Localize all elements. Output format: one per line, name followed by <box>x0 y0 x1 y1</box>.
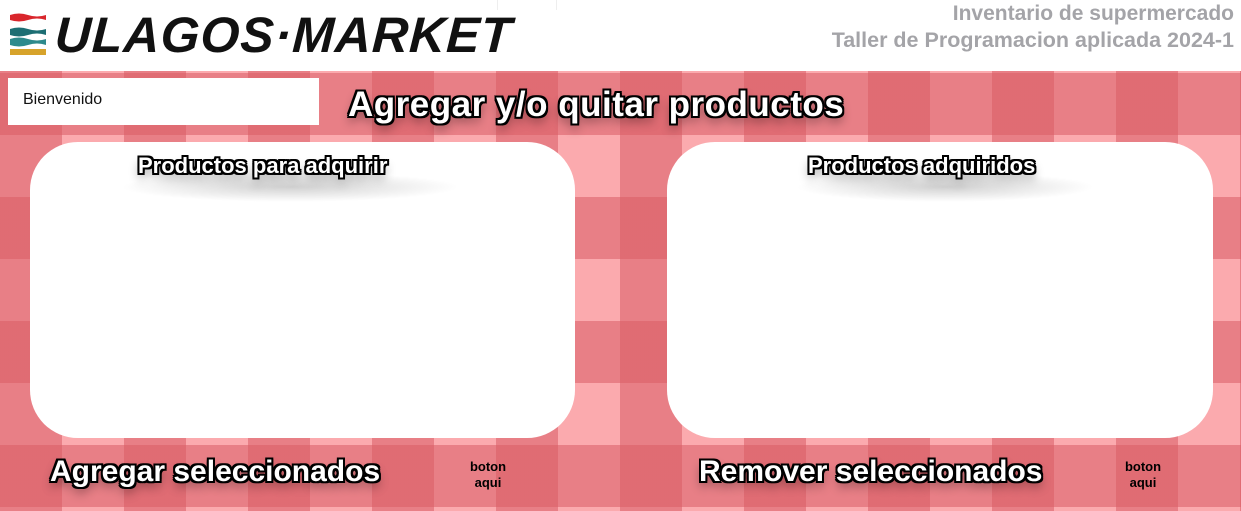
logo-wordmark: ULAGOS·MARKET <box>53 7 514 63</box>
remove-selected-button[interactable]: boton aqui <box>1113 459 1173 491</box>
button-text-line: aqui <box>474 475 502 490</box>
remove-selected-label: Remover seleccionados <box>699 455 1043 488</box>
subtitle-line-2: Taller de Programacion aplicada 2024-1 <box>831 28 1234 52</box>
button-text-line: boton <box>469 459 507 474</box>
header-subtitle: Inventario de supermercado Taller de Pro… <box>832 1 1234 53</box>
available-products-title: Productos para adquirir <box>138 153 388 178</box>
welcome-label: Bienvenido <box>8 78 319 125</box>
acquired-products-title: Productos adquiridos <box>808 153 1036 178</box>
button-text-line: boton <box>1124 459 1162 474</box>
button-text-line: aqui <box>1129 475 1157 490</box>
header-divider <box>497 0 557 10</box>
ulagos-logo-icon <box>10 13 46 55</box>
add-selected-button[interactable]: boton aqui <box>458 459 518 491</box>
page-title: Agregar y/o quitar productos <box>348 85 845 124</box>
subtitle-line-1: Inventario de supermercado <box>952 2 1234 25</box>
add-selected-label: Agregar seleccionados <box>50 455 381 488</box>
app-header: ULAGOS·MARKET Inventario de supermercado… <box>0 0 1241 71</box>
